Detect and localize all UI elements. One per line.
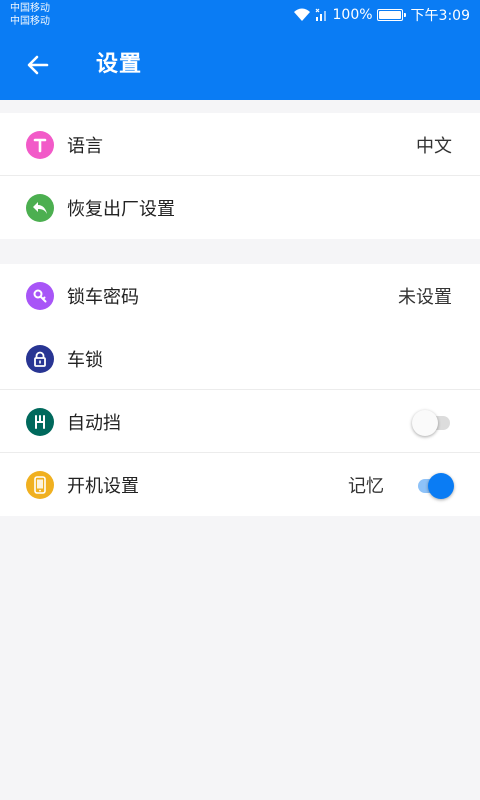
- status-time: 下午3:09: [410, 8, 470, 24]
- setting-row-automatic-gear[interactable]: 自动挡: [0, 390, 480, 453]
- gear-shift-icon: [26, 407, 54, 436]
- setting-label: 语言: [67, 135, 103, 157]
- setting-row-lock-password[interactable]: 锁车密码 未设置: [0, 264, 480, 327]
- setting-value: 记忆: [348, 475, 384, 497]
- carrier-1: 中国移动: [10, 3, 50, 14]
- reply-arrow-icon: [26, 193, 54, 222]
- padlock-icon: [26, 344, 54, 373]
- battery-percent: 100%: [332, 7, 373, 23]
- setting-value: 未设置: [398, 286, 452, 308]
- startup-toggle[interactable]: [412, 472, 454, 499]
- setting-row-car-lock[interactable]: 车锁: [0, 327, 480, 390]
- setting-value: 中文: [416, 135, 452, 157]
- back-button[interactable]: [14, 41, 62, 89]
- wifi-icon: [293, 8, 310, 21]
- phone-icon: [26, 470, 54, 499]
- app-bar: 设置: [0, 30, 480, 100]
- arrow-left-icon: [27, 55, 49, 75]
- status-right: 100% 下午3:09: [293, 6, 470, 24]
- text-t-icon: [26, 130, 54, 159]
- key-icon: [26, 281, 54, 310]
- signal-icon: [315, 8, 326, 21]
- automatic-gear-toggle[interactable]: [412, 409, 452, 436]
- setting-label: 车锁: [67, 349, 103, 371]
- battery-icon: [376, 9, 406, 21]
- setting-label: 锁车密码: [67, 286, 139, 308]
- setting-row-factory-reset[interactable]: 恢复出厂设置: [0, 176, 480, 239]
- setting-row-language[interactable]: 语言 中文: [0, 113, 480, 176]
- carrier-2: 中国移动: [10, 16, 50, 27]
- status-bar: 中国移动 中国移动 100% 下午3:09: [0, 0, 480, 30]
- setting-row-startup[interactable]: 开机设置 记忆: [0, 453, 480, 516]
- carrier-info: 中国移动 中国移动: [10, 2, 50, 28]
- setting-label: 恢复出厂设置: [67, 198, 175, 220]
- setting-label: 自动挡: [67, 412, 121, 434]
- settings-group-general: 语言 中文 恢复出厂设置: [0, 113, 480, 239]
- setting-label: 开机设置: [67, 475, 139, 497]
- settings-group-vehicle: 锁车密码 未设置 车锁 自动挡 开机设置 记忆: [0, 264, 480, 516]
- page-title: 设置: [96, 52, 143, 77]
